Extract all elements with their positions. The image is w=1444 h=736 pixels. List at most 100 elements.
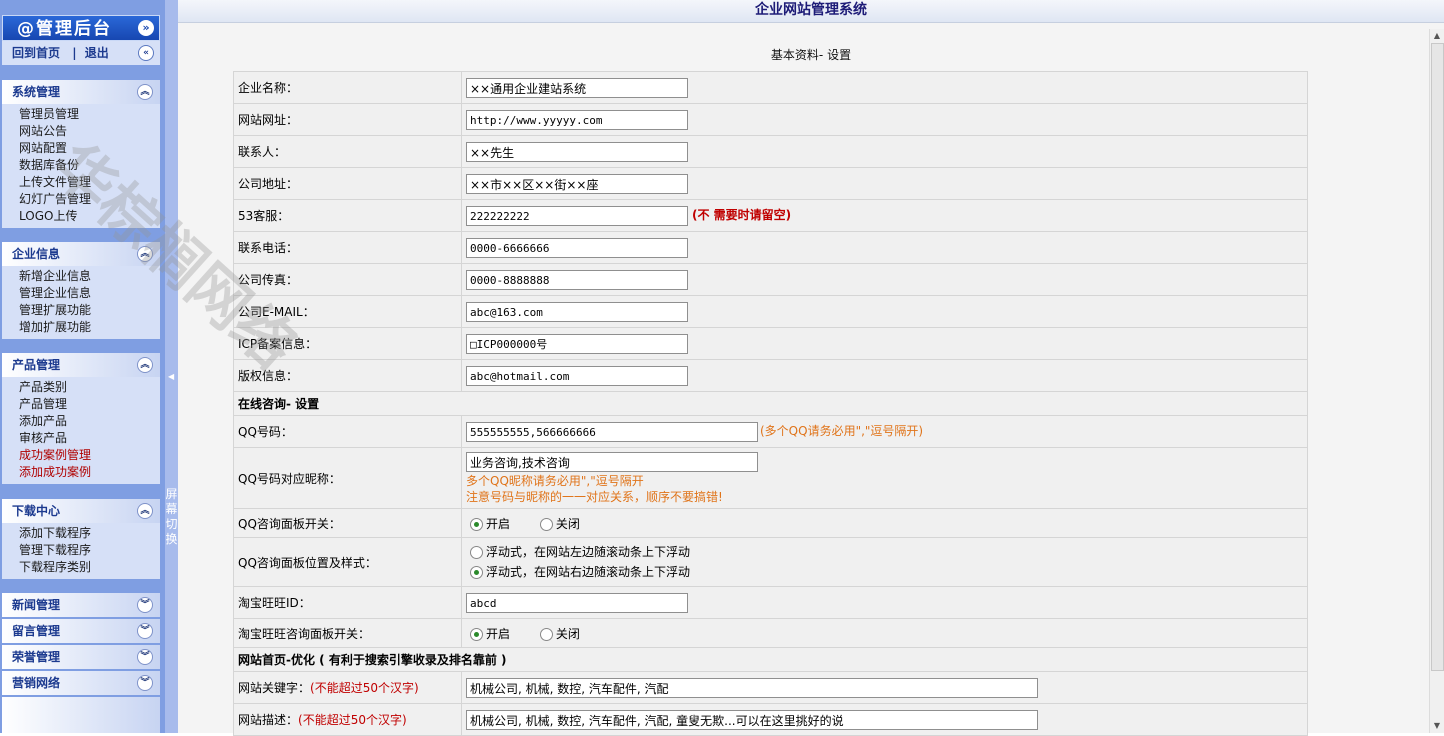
label-53kf: 53客服： <box>233 199 462 232</box>
menu-item-case-manage[interactable]: 成功案例管理 <box>2 447 160 464</box>
menu-marketing: 营销网络 ︾ <box>2 671 160 695</box>
label-icp: ICP备案信息： <box>233 327 462 360</box>
double-chevron-left-icon[interactable]: « <box>138 45 154 61</box>
menu-item-add-ext[interactable]: 增加扩展功能 <box>2 319 160 336</box>
menu-head-honor[interactable]: 荣誉管理 ︾ <box>2 645 160 669</box>
label-company-name: 企业名称： <box>233 71 462 104</box>
menu-item-product-review[interactable]: 审核产品 <box>2 430 160 447</box>
settings-form: 企业名称： ××通用企业建站系统 网站网址： http://www.yyyyy.… <box>233 71 1308 736</box>
kf53-input[interactable]: 222222222 <box>466 205 688 226</box>
icp-input[interactable]: □ICP000000号 <box>466 333 688 354</box>
label-keywords: 网站关键字：(不能超过50个汉字) <box>233 671 462 704</box>
menu-item-add-company[interactable]: 新增企业信息 <box>2 268 160 285</box>
menu-item-download-add[interactable]: 添加下载程序 <box>2 525 160 542</box>
label-phone: 联系电话： <box>233 231 462 264</box>
copyright-input[interactable]: abc@hotmail.com <box>466 365 688 386</box>
ww-switch-off[interactable]: 关闭 <box>536 627 580 641</box>
menu-item-download-category[interactable]: 下载程序类别 <box>2 559 160 576</box>
menu-item-logo[interactable]: LOGO上传 <box>2 208 160 225</box>
description-input[interactable]: 机械公司, 机械, 数控, 汽车配件, 汽配, 童叟无欺...可以在这里挑好的说 <box>466 709 1038 730</box>
radio-label: 开启 <box>486 516 511 531</box>
menu-item-admin[interactable]: 管理员管理 <box>2 106 160 123</box>
radio-unchecked-icon[interactable] <box>470 546 483 559</box>
qq-nick-hint-1: 多个QQ昵称请务必用","逗号隔开 <box>466 474 644 488</box>
label-qq-switch: QQ咨询面板开关： <box>233 508 462 538</box>
menu-item-upload[interactable]: 上传文件管理 <box>2 174 160 191</box>
email-input[interactable]: abc@163.com <box>466 301 688 322</box>
arrow-left-icon[interactable]: ◀ <box>168 372 174 381</box>
menu-head-guestbook[interactable]: 留言管理 ︾ <box>2 619 160 643</box>
chevron-down-icon[interactable]: ︾ <box>137 675 153 691</box>
qq-nick-input[interactable]: 业务咨询,技术咨询 <box>466 452 758 472</box>
section-online-consult: 在线咨询- 设置 <box>233 391 1308 416</box>
radio-unchecked-icon[interactable] <box>539 517 553 531</box>
sidebar: @管理后台 » 回到首页 | 退出 « 系统管理 ︽ 管理员管理 网站公告 网站配… <box>0 0 165 733</box>
company-name-input[interactable]: ××通用企业建站系统 <box>466 77 688 98</box>
label-ww-switch: 淘宝旺旺咨询面板开关： <box>233 618 462 648</box>
address-input[interactable]: ××市××区××街××座 <box>466 173 688 194</box>
phone-input[interactable]: 0000-6666666 <box>466 237 688 258</box>
fax-input[interactable]: 0000-8888888 <box>466 269 688 290</box>
website-input[interactable]: http://www.yyyyy.com <box>466 109 688 130</box>
label-copyright: 版权信息： <box>233 359 462 392</box>
menu-item-product-manage[interactable]: 产品管理 <box>2 396 160 413</box>
menu-item-manage-ext[interactable]: 管理扩展功能 <box>2 302 160 319</box>
link-separator: | <box>72 46 77 60</box>
menu-head-news[interactable]: 新闻管理 ︾ <box>2 593 160 617</box>
menu-item-product-category[interactable]: 产品类别 <box>2 379 160 396</box>
radio-checked-icon[interactable] <box>470 627 483 641</box>
qq-pos-right[interactable]: 浮动式，在网站右边随滚动条上下浮动 <box>466 562 1303 582</box>
menu-item-product-add[interactable]: 添加产品 <box>2 413 160 430</box>
menu-head-company[interactable]: 企业信息 ︽ <box>2 242 160 266</box>
label-email: 公司E-MAIL： <box>233 295 462 328</box>
qq-input[interactable]: 555555555,566666666 <box>466 421 758 442</box>
menu-item-download-manage[interactable]: 管理下载程序 <box>2 542 160 559</box>
qq-pos-left[interactable]: 浮动式，在网站左边随滚动条上下浮动 <box>466 542 1303 562</box>
menu-title: 营销网络 <box>12 676 61 690</box>
section-seo: 网站首页-优化 ( 有利于搜索引擎收录及排名靠前 ) <box>233 647 1308 672</box>
chevron-up-icon[interactable]: ︽ <box>137 84 153 100</box>
menu-item-slides[interactable]: 幻灯广告管理 <box>2 191 160 208</box>
scroll-down-icon[interactable]: ▼ <box>1430 719 1444 733</box>
sidebar-title-text: @管理后台 <box>17 19 112 39</box>
menu-item-manage-company[interactable]: 管理企业信息 <box>2 285 160 302</box>
contact-input[interactable]: ××先生 <box>466 141 688 162</box>
scroll-up-icon[interactable]: ▲ <box>1430 29 1444 43</box>
page-title: 企业网站管理系统 <box>178 0 1444 23</box>
menu-item-notice[interactable]: 网站公告 <box>2 123 160 140</box>
menu-head-system[interactable]: 系统管理 ︽ <box>2 80 160 104</box>
radio-unchecked-icon[interactable] <box>539 627 553 641</box>
ww-switch-on[interactable]: 开启 <box>466 627 510 641</box>
menu-head-download[interactable]: 下载中心 ︽ <box>2 499 160 523</box>
collapse-sidebar-icon[interactable]: » <box>138 20 154 36</box>
ww-id-input[interactable]: abcd <box>466 592 688 613</box>
radio-checked-icon[interactable] <box>470 566 483 579</box>
menu-title: 产品管理 <box>12 358 61 372</box>
menu-download: 下载中心 ︽ 添加下载程序 管理下载程序 下载程序类别 <box>2 499 160 579</box>
qq-switch-on[interactable]: 开启 <box>466 517 510 531</box>
keywords-hint: (不能超过50个汉字) <box>310 681 419 695</box>
logout-link[interactable]: 退出 <box>85 46 109 60</box>
chevron-up-icon[interactable]: ︽ <box>137 246 153 262</box>
chevron-down-icon[interactable]: ︾ <box>137 623 153 639</box>
qq-switch-off[interactable]: 关闭 <box>536 517 580 531</box>
qq-nick-hint-2: 注意号码与昵称的一一对应关系，顺序不要搞错! <box>466 490 723 504</box>
menu-item-case-add[interactable]: 添加成功案例 <box>2 464 160 481</box>
home-link[interactable]: 回到首页 <box>12 46 60 60</box>
chevron-down-icon[interactable]: ︾ <box>137 649 153 665</box>
menu-head-product[interactable]: 产品管理 ︽ <box>2 353 160 377</box>
chevron-down-icon[interactable]: ︾ <box>137 597 153 613</box>
chevron-up-icon[interactable]: ︽ <box>137 503 153 519</box>
qq-hint: (多个QQ请务必用","逗号隔开) <box>760 424 924 438</box>
label-qq-position: QQ咨询面板位置及样式： <box>233 537 462 587</box>
keywords-input[interactable]: 机械公司, 机械, 数控, 汽车配件, 汽配 <box>466 677 1038 698</box>
chevron-up-icon[interactable]: ︽ <box>137 357 153 373</box>
screen-switch-bar[interactable]: ◀ 屏幕切换 <box>165 0 178 733</box>
menu-item-backup[interactable]: 数据库备份 <box>2 157 160 174</box>
radio-checked-icon[interactable] <box>470 517 483 531</box>
menu-head-marketing[interactable]: 营销网络 ︾ <box>2 671 160 695</box>
vertical-scrollbar[interactable]: ▲ ▼ <box>1429 29 1444 733</box>
menu-item-config[interactable]: 网站配置 <box>2 140 160 157</box>
menu-title: 新闻管理 <box>12 598 61 612</box>
scroll-thumb[interactable] <box>1431 43 1444 671</box>
